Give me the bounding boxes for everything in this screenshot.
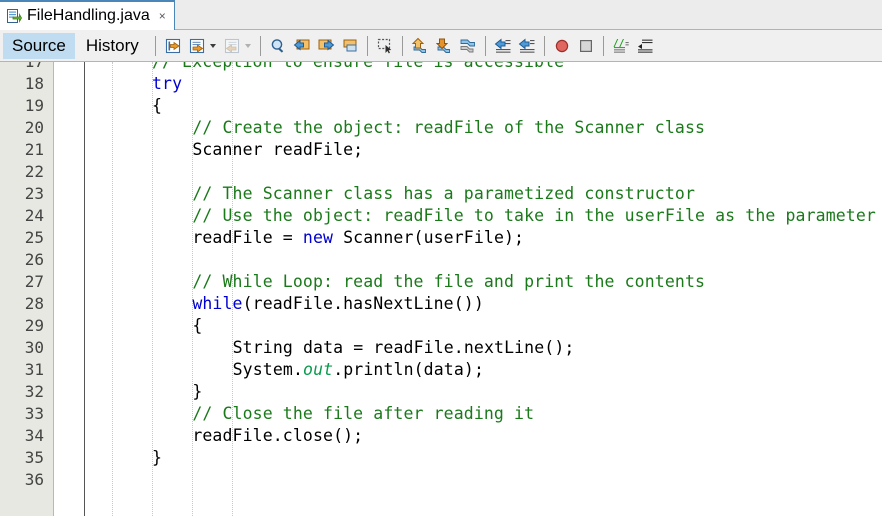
tab-source[interactable]: Source	[3, 32, 75, 59]
toolbar-separator	[484, 35, 486, 56]
code-line[interactable]: // While Loop: read the file and print t…	[192, 271, 705, 293]
code-line[interactable]: // Close the file after reading it	[192, 403, 534, 425]
code-token: // While Loop: read the file and print t…	[192, 272, 706, 291]
code-token: }	[192, 382, 203, 401]
line-number: 35	[24, 448, 44, 467]
last-edit-icon[interactable]	[162, 35, 184, 57]
line-number: 24	[24, 206, 44, 225]
shift-line-left-icon[interactable]	[492, 35, 514, 57]
find-next-icon[interactable]	[315, 35, 337, 57]
code-token: (readFile.hasNextLine())	[242, 294, 484, 313]
line-number: 36	[24, 470, 44, 489]
tab-history[interactable]: History	[77, 33, 148, 59]
code-token: readFile =	[192, 228, 303, 247]
code-token: // The Scanner class has a parametized c…	[192, 184, 696, 203]
document-tab-title: FileHandling.java	[27, 7, 150, 24]
editor-toolbar: Source History //	[0, 30, 882, 62]
stop-macro-recording-icon[interactable]	[575, 35, 597, 57]
line-number: 22	[24, 162, 44, 181]
code-token: .println(data);	[333, 360, 484, 379]
forward-history-icon[interactable]	[221, 35, 243, 57]
toolbar-separator	[259, 35, 261, 56]
line-number: 25	[24, 228, 44, 247]
find-selection-icon[interactable]	[267, 35, 289, 57]
line-number: 29	[24, 316, 44, 335]
code-line[interactable]: }	[192, 381, 202, 403]
line-number: 20	[24, 118, 44, 137]
code-token: out	[303, 360, 334, 379]
code-line[interactable]: // The Scanner class has a parametized c…	[192, 183, 695, 205]
code-line[interactable]: readFile = new Scanner(userFile);	[192, 227, 524, 249]
line-number: 28	[24, 294, 44, 313]
comment-icon[interactable]: //	[610, 35, 632, 57]
code-token: String data = readFile.nextLine();	[232, 338, 575, 357]
toggle-bookmark-icon[interactable]	[457, 35, 479, 57]
line-number: 17	[25, 62, 44, 73]
line-number: 34	[24, 426, 44, 445]
code-token: readFile.close();	[192, 426, 364, 445]
code-line[interactable]: }	[152, 447, 162, 469]
code-token: Scanner(userFile);	[333, 228, 525, 247]
netbeans-editor-window: FileHandling.java × Source History // 18…	[0, 0, 882, 516]
code-token: // Close the file after reading it	[192, 404, 535, 423]
find-previous-icon[interactable]	[291, 35, 313, 57]
code-token: try	[152, 74, 183, 93]
toolbar-separator	[154, 35, 156, 56]
line-number: 19	[24, 96, 44, 115]
toolbar-separator	[602, 35, 604, 56]
next-bookmark-icon[interactable]	[433, 35, 455, 57]
code-line[interactable]: try	[152, 73, 182, 95]
code-token: // Create the object: readFile of the Sc…	[192, 118, 706, 137]
toolbar-separator	[401, 35, 403, 56]
code-line[interactable]: String data = readFile.nextLine();	[233, 337, 575, 359]
toolbar-separator	[543, 35, 545, 56]
toggle-rectangular-selection-icon[interactable]	[374, 35, 396, 57]
code-line[interactable]: System.out.println(data);	[233, 359, 484, 381]
line-number: 23	[24, 184, 44, 203]
code-line[interactable]: readFile.close();	[192, 425, 363, 447]
line-number: 27	[24, 272, 44, 291]
back-history-icon[interactable]	[186, 35, 208, 57]
code-token: // Exception to ensure file is accessibl…	[152, 62, 564, 71]
line-number: 30	[24, 338, 44, 357]
code-text-area[interactable]: // Exception to ensure file is accessibl…	[85, 62, 882, 516]
code-token: // Use the object: readFile to take in t…	[192, 206, 876, 225]
code-token: System.	[232, 360, 304, 379]
line-number: 32	[24, 382, 44, 401]
line-number: 21	[24, 140, 44, 159]
code-line[interactable]: {	[152, 95, 162, 117]
code-editor[interactable]: 1617181920212223242526272829303132333435…	[0, 62, 882, 516]
document-tab-filehandling[interactable]: FileHandling.java ×	[0, 0, 175, 30]
back-history-dropdown-arrow-icon[interactable]	[209, 35, 218, 57]
line-number: 31	[24, 360, 44, 379]
line-number: 26	[24, 250, 44, 269]
java-file-icon	[6, 8, 22, 24]
code-line[interactable]: while(readFile.hasNextLine())	[192, 293, 484, 315]
code-token: }	[152, 448, 163, 467]
line-number: 33	[24, 404, 44, 423]
code-token: {	[192, 316, 203, 335]
line-number: 18	[24, 74, 44, 93]
code-line[interactable]: // Create the object: readFile of the Sc…	[192, 117, 705, 139]
indent-guide	[112, 62, 113, 516]
forward-history-dropdown-arrow-icon[interactable]	[244, 35, 253, 57]
uncomment-icon[interactable]	[634, 35, 656, 57]
code-line[interactable]: // Use the object: readFile to take in t…	[192, 205, 876, 227]
code-line[interactable]: // Exception to ensure file is accessibl…	[152, 62, 564, 73]
document-tab-bar: FileHandling.java ×	[0, 0, 882, 30]
code-token: new	[302, 228, 334, 247]
close-icon[interactable]: ×	[159, 10, 166, 22]
code-token: Scanner readFile;	[192, 140, 364, 159]
start-macro-recording-icon[interactable]	[551, 35, 573, 57]
code-token: {	[152, 96, 163, 115]
code-line[interactable]: {	[192, 315, 202, 337]
shift-line-right-icon[interactable]	[516, 35, 538, 57]
code-line[interactable]: Scanner readFile;	[192, 139, 363, 161]
previous-bookmark-icon[interactable]	[409, 35, 431, 57]
line-number-gutter: 1617181920212223242526272829303132333435…	[0, 62, 54, 516]
code-token: while	[192, 294, 243, 313]
toolbar-separator	[366, 35, 368, 56]
toggle-highlight-icon[interactable]	[339, 35, 361, 57]
